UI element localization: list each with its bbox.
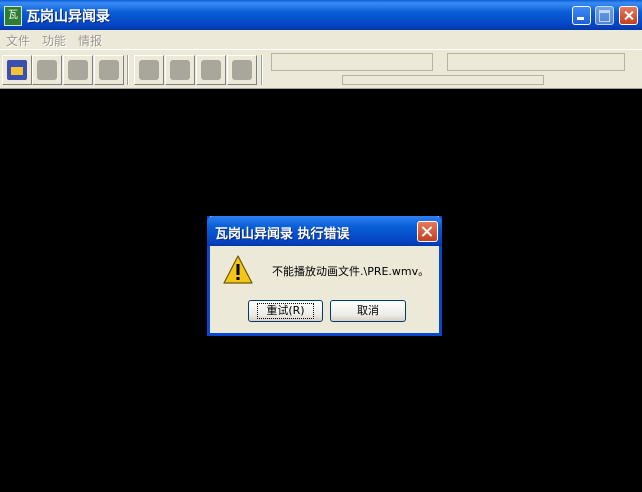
toolbar-button-castle[interactable]: [2, 55, 32, 85]
window-title: 瓦岗山异闻录: [26, 9, 110, 25]
toolbar-button-map[interactable]: [134, 55, 164, 85]
progress-panel: [342, 75, 544, 85]
toolbar-button-landscape[interactable]: [165, 55, 195, 85]
menu-intel[interactable]: 情报: [78, 32, 102, 49]
mountain-icon: [37, 60, 57, 80]
toolbar-button-book[interactable]: [227, 55, 257, 85]
dialog-message: 不能播放动画文件.\PRE.wmv。: [272, 265, 430, 278]
status-panel-2: [447, 53, 625, 71]
map-icon: [139, 60, 159, 80]
toolbar: [0, 49, 642, 89]
toolbar-button-mountain-2[interactable]: [63, 55, 93, 85]
close-button[interactable]: [619, 6, 638, 25]
toolbar-button-peak[interactable]: [196, 55, 226, 85]
main-window: 瓦 瓦岗山异闻录 文件 功能 情报 瓦岗山异闻录 执行错误 不能播放动画文件.\…: [0, 0, 642, 492]
peak-icon: [201, 60, 221, 80]
retry-button[interactable]: 重试(R): [248, 300, 323, 322]
error-dialog: 瓦岗山异闻录 执行错误 不能播放动画文件.\PRE.wmv。 重试(R) 取消: [207, 216, 442, 336]
dialog-title: 瓦岗山异闻录 执行错误: [215, 227, 350, 242]
mountain-icon: [68, 60, 88, 80]
warning-icon: [223, 255, 253, 284]
maximize-button: [595, 6, 614, 25]
toolbar-button-terrain[interactable]: [94, 55, 124, 85]
book-icon: [232, 60, 252, 80]
retry-button-label: 重试(R): [257, 303, 314, 319]
landscape-icon: [170, 60, 190, 80]
castle-icon: [7, 60, 27, 80]
cancel-button[interactable]: 取消: [330, 300, 406, 322]
app-icon[interactable]: 瓦: [4, 6, 22, 26]
menu-function[interactable]: 功能: [42, 32, 66, 49]
status-panel-1: [271, 53, 433, 71]
toolbar-separator: [261, 55, 263, 85]
title-bar[interactable]: 瓦 瓦岗山异闻录: [0, 0, 642, 30]
dialog-close-button[interactable]: [417, 221, 438, 242]
menu-bar: 文件 功能 情报: [0, 30, 642, 49]
menu-file[interactable]: 文件: [6, 32, 30, 49]
dialog-title-bar[interactable]: 瓦岗山异闻录 执行错误: [207, 216, 442, 246]
minimize-button[interactable]: [572, 6, 591, 25]
toolbar-button-mountain[interactable]: [32, 55, 62, 85]
toolbar-separator: [127, 55, 129, 85]
terrain-icon: [99, 60, 119, 80]
